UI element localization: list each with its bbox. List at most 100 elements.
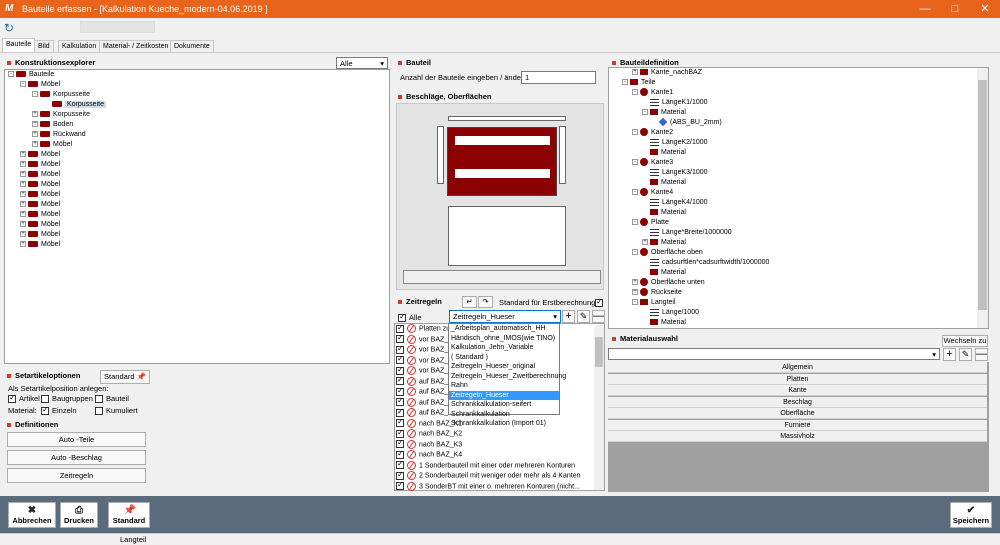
dropdown-option[interactable]: _Arbeitsplan_automatisch_HH [449, 324, 559, 334]
material-category-row[interactable]: Oberfläche [608, 408, 987, 419]
definition-item[interactable]: + Material [642, 238, 686, 248]
material-category-row[interactable]: Beschlag [608, 396, 987, 408]
rule-row[interactable]: Platten zu... [396, 323, 456, 334]
rule-row[interactable]: nach BAZ_K2 [396, 428, 462, 439]
maximize-button[interactable]: □ [940, 0, 970, 18]
dropdown-option[interactable]: Händisch_ohne_IMOS(wie TINO) [449, 334, 559, 344]
definition-item[interactable]: + Kante_nachBAZ [632, 68, 702, 78]
rule-row[interactable]: auf BAZ_K [396, 375, 453, 387]
alle-checkbox[interactable] [398, 312, 406, 323]
rule-row[interactable]: nach BAZ_K4 [396, 449, 462, 460]
expand-icon[interactable]: + [642, 239, 648, 246]
refresh-icon[interactable]: ↻ [4, 21, 14, 35]
tree-item[interactable]: + Möbel [20, 200, 60, 210]
definition-item[interactable]: cadsurftlen*cadsurftwidth/1000000 [642, 258, 769, 268]
rule-checkbox[interactable] [396, 428, 404, 438]
baugruppen-option[interactable]: Baugruppen [41, 394, 93, 404]
rule-row[interactable]: vor BAZ_K [396, 365, 453, 376]
dropdown-option[interactable]: ( Standard ) [449, 353, 559, 363]
tree-item[interactable]: + Boden [32, 120, 73, 130]
rule-row[interactable]: auf BAZ_K [396, 396, 453, 408]
scrollbar-thumb[interactable] [978, 80, 987, 310]
rule-row[interactable]: vor BAZ_K [396, 344, 453, 355]
definition-item[interactable]: - Platte [632, 218, 669, 228]
rule-row[interactable]: vor BAZ_K [396, 354, 453, 366]
einzeln-checkbox[interactable] [41, 405, 49, 416]
definition-item[interactable]: LängeK2/1000 [642, 138, 708, 148]
definition-item[interactable]: Länge/1000 [642, 308, 699, 318]
tree-item[interactable]: - Möbel [20, 80, 60, 90]
dropdown-option[interactable]: Zeitregeln_Hueser_Zweitberechnung [449, 372, 566, 382]
collapse-icon[interactable]: - [32, 91, 38, 98]
material-remove-icon[interactable]: — [975, 348, 988, 361]
expand-icon[interactable]: + [32, 131, 38, 138]
material-category-row[interactable]: Furniere [608, 419, 987, 431]
definition-item[interactable]: Material [642, 148, 686, 158]
collapse-icon[interactable]: - [632, 219, 638, 226]
dropdown-option[interactable]: Schrankkalkulation-seifert [449, 400, 559, 410]
material-category-row[interactable]: Platten [608, 373, 987, 385]
tree-item[interactable]: + Möbel [20, 210, 60, 220]
definition-item[interactable]: LängeK3/1000 [642, 168, 708, 178]
expand-icon[interactable]: + [20, 161, 26, 168]
material-category-row[interactable]: Allgemein [608, 362, 987, 373]
tab-material-zeitkosten[interactable]: Material- / Zeitkosten [99, 40, 173, 52]
tree-item[interactable]: + Korpusseite [32, 110, 90, 120]
definition-item[interactable]: LängeK1/1000 [642, 98, 708, 108]
dropdown-option[interactable]: Schrankkalkulation (Import 01) [449, 419, 559, 429]
collapse-icon[interactable]: - [622, 79, 628, 86]
tree-item[interactable]: + Möbel [20, 150, 60, 160]
zeitregeln-button[interactable]: Zeitregeln [7, 468, 146, 483]
definition-item[interactable]: Material [642, 208, 686, 218]
expand-icon[interactable]: + [20, 201, 26, 208]
wechseln-zu-button[interactable]: Wechseln zu [942, 335, 988, 347]
expand-icon[interactable]: + [632, 289, 638, 296]
export-icon[interactable]: ↷ [478, 296, 493, 308]
standard-button[interactable]: 📌 Standard [108, 502, 150, 528]
definition-item[interactable]: Material [642, 178, 686, 188]
collapse-icon[interactable]: - [632, 189, 638, 196]
expand-icon[interactable]: + [20, 171, 26, 178]
material-edit-icon[interactable]: ✎ [959, 348, 972, 361]
material-add-icon[interactable]: + [943, 348, 956, 361]
expand-icon[interactable]: + [20, 221, 26, 228]
expand-icon[interactable]: + [20, 191, 26, 198]
definition-item[interactable]: Material [642, 318, 686, 328]
rule-checkbox[interactable] [396, 480, 404, 490]
tab-dokumente[interactable]: Dokumente [170, 40, 214, 52]
tree-item[interactable]: + Möbel [20, 160, 60, 170]
expand-icon[interactable]: + [32, 141, 38, 148]
collapse-icon[interactable]: - [632, 89, 638, 96]
auto-teile-button[interactable]: Auto -Teile [7, 432, 146, 447]
collapse-icon[interactable]: - [632, 249, 638, 256]
expand-icon[interactable]: + [632, 69, 638, 76]
dropdown-option[interactable]: Rahn [449, 381, 559, 391]
material-category-row[interactable]: Kante [608, 385, 987, 396]
dropdown-option[interactable]: Kalkulation_Jehn_Variable [449, 343, 559, 353]
auto-beschlag-button[interactable]: Auto -Beschlag [7, 450, 146, 465]
rule-row[interactable]: auf BAZ_K [396, 407, 453, 418]
rule-checkbox[interactable] [396, 344, 404, 354]
expand-icon[interactable]: + [20, 211, 26, 218]
collapse-icon[interactable]: - [8, 71, 14, 78]
rule-checkbox[interactable] [396, 365, 404, 375]
definition-item[interactable]: - Kante4 [632, 188, 673, 198]
bauteil-checkbox[interactable] [95, 395, 103, 404]
definition-item[interactable]: - Oberfläche oben [632, 248, 703, 258]
rule-checkbox[interactable] [396, 417, 404, 427]
rule-row[interactable]: auf BAZ_K [396, 386, 453, 397]
tab-kalkulation[interactable]: Kalkulation [58, 40, 101, 52]
collapse-icon[interactable]: - [632, 129, 638, 136]
rule-checkbox[interactable] [396, 449, 404, 459]
rule-checkbox[interactable] [396, 323, 404, 333]
rule-row[interactable]: nach BAZ_K3 [396, 438, 462, 450]
tree-item[interactable]: Korpusseite [44, 100, 106, 110]
baugruppen-checkbox[interactable] [41, 395, 49, 404]
artikel-option[interactable]: Artikel [8, 393, 40, 404]
expand-icon[interactable]: + [32, 121, 38, 128]
tree-item[interactable]: + Möbel [20, 190, 60, 200]
definition-item[interactable]: Material [642, 268, 686, 278]
rule-checkbox[interactable] [396, 438, 404, 448]
close-button[interactable]: ✕ [970, 0, 1000, 18]
alle-option[interactable]: Alle [398, 312, 422, 323]
